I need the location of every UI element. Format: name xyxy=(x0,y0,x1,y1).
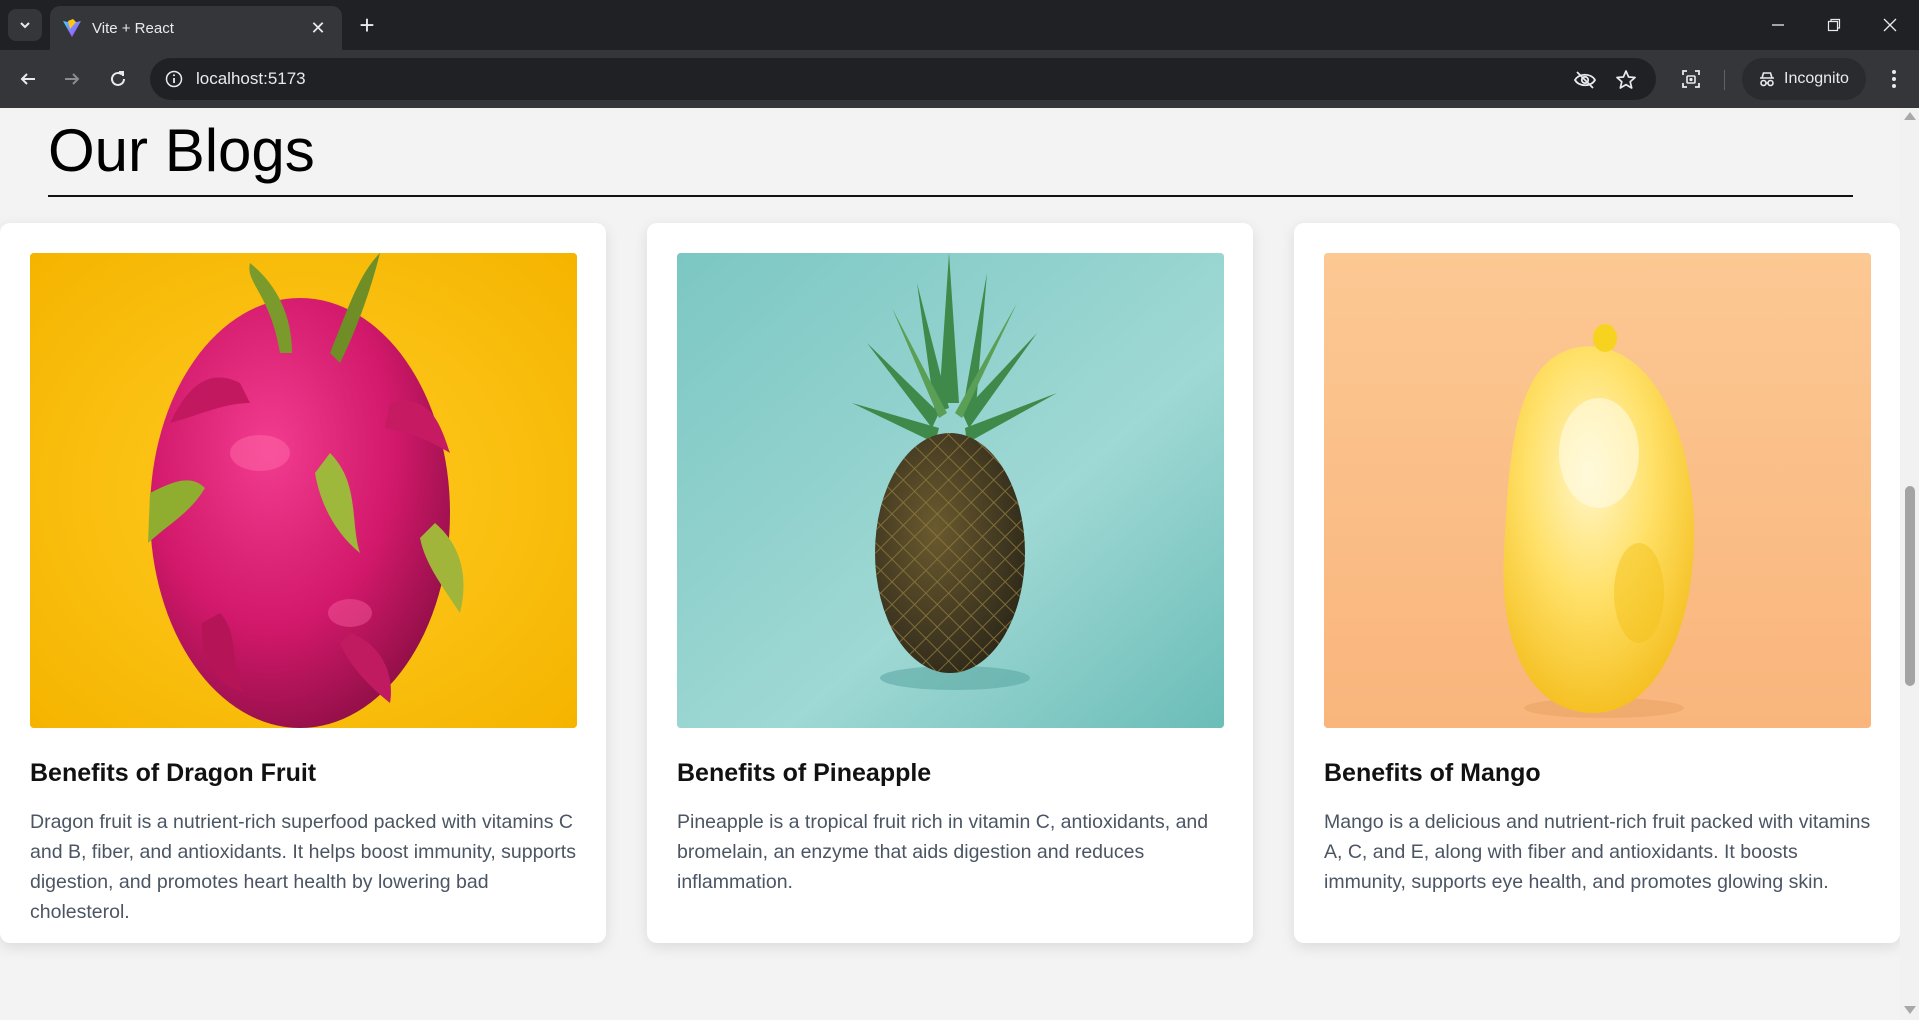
page-title: Our Blogs xyxy=(48,117,315,184)
url-text: localhost:5173 xyxy=(196,69,306,88)
tab-search-button[interactable] xyxy=(8,9,42,41)
new-tab-button[interactable]: + xyxy=(352,10,382,40)
browser-tab-strip: Vite + React ✕ + xyxy=(0,0,1919,50)
menu-icon[interactable] xyxy=(1880,65,1908,93)
close-icon xyxy=(1883,18,1897,32)
blog-card[interactable]: Benefits of Mango Mango is a delicious a… xyxy=(1294,223,1900,943)
close-tab-icon[interactable]: ✕ xyxy=(306,16,330,40)
eye-slash-icon[interactable] xyxy=(1572,67,1598,93)
close-window-button[interactable] xyxy=(1862,0,1918,50)
card-title: Benefits of Mango xyxy=(1324,759,1541,787)
toolbar-divider xyxy=(1724,70,1725,90)
scroll-down-arrow-icon[interactable] xyxy=(1904,1006,1916,1014)
site-info-icon[interactable] xyxy=(162,67,186,91)
card-title: Benefits of Dragon Fruit xyxy=(30,759,317,787)
card-text: Dragon fruit is a nutrient-rich superfoo… xyxy=(30,811,576,923)
pineapple-image xyxy=(677,253,1224,728)
blog-card[interactable]: Benefits of Pineapple Pineapple is a tro… xyxy=(647,223,1253,943)
arrow-left-icon xyxy=(20,73,35,85)
restore-icon xyxy=(1827,18,1841,32)
minimize-icon xyxy=(1772,24,1784,26)
tab-title: Vite + React xyxy=(92,19,174,37)
back-button[interactable] xyxy=(12,63,44,95)
address-bar[interactable]: localhost:5173 xyxy=(150,58,1656,100)
bookmark-star-icon[interactable] xyxy=(1613,67,1639,93)
restore-button[interactable] xyxy=(1806,0,1862,50)
mango-image xyxy=(1324,253,1871,728)
arrow-right-icon xyxy=(65,73,80,85)
card-text: Mango is a delicious and nutrient-rich f… xyxy=(1324,811,1871,893)
card-title: Benefits of Pineapple xyxy=(677,759,932,787)
incognito-icon xyxy=(1760,72,1774,87)
reload-button[interactable] xyxy=(102,63,134,95)
minimize-button[interactable] xyxy=(1750,0,1806,50)
vite-logo-icon xyxy=(63,19,81,37)
scroll-up-arrow-icon[interactable] xyxy=(1904,112,1916,120)
dragon-fruit-image xyxy=(30,253,577,728)
page-content: Our Blogs Benefits of Dragon Fruit Drago… xyxy=(0,108,1900,1020)
screenshot-icon[interactable] xyxy=(1677,65,1705,93)
vertical-scrollbar[interactable] xyxy=(1900,108,1919,1020)
card-text: Pineapple is a tropical fruit rich in vi… xyxy=(677,811,1209,893)
forward-button[interactable] xyxy=(56,63,88,95)
reload-icon xyxy=(111,71,125,86)
incognito-label: Incognito xyxy=(1784,70,1849,87)
chevron-down-icon xyxy=(20,22,30,29)
incognito-button[interactable]: Incognito xyxy=(1742,58,1866,100)
browser-tab[interactable]: Vite + React ✕ xyxy=(50,6,342,50)
scrollbar-thumb[interactable] xyxy=(1905,486,1915,686)
title-divider xyxy=(48,195,1853,197)
browser-toolbar: localhost:5173 Incognito xyxy=(0,50,1919,108)
blog-card[interactable]: Benefits of Dragon Fruit Dragon fruit is… xyxy=(0,223,606,943)
